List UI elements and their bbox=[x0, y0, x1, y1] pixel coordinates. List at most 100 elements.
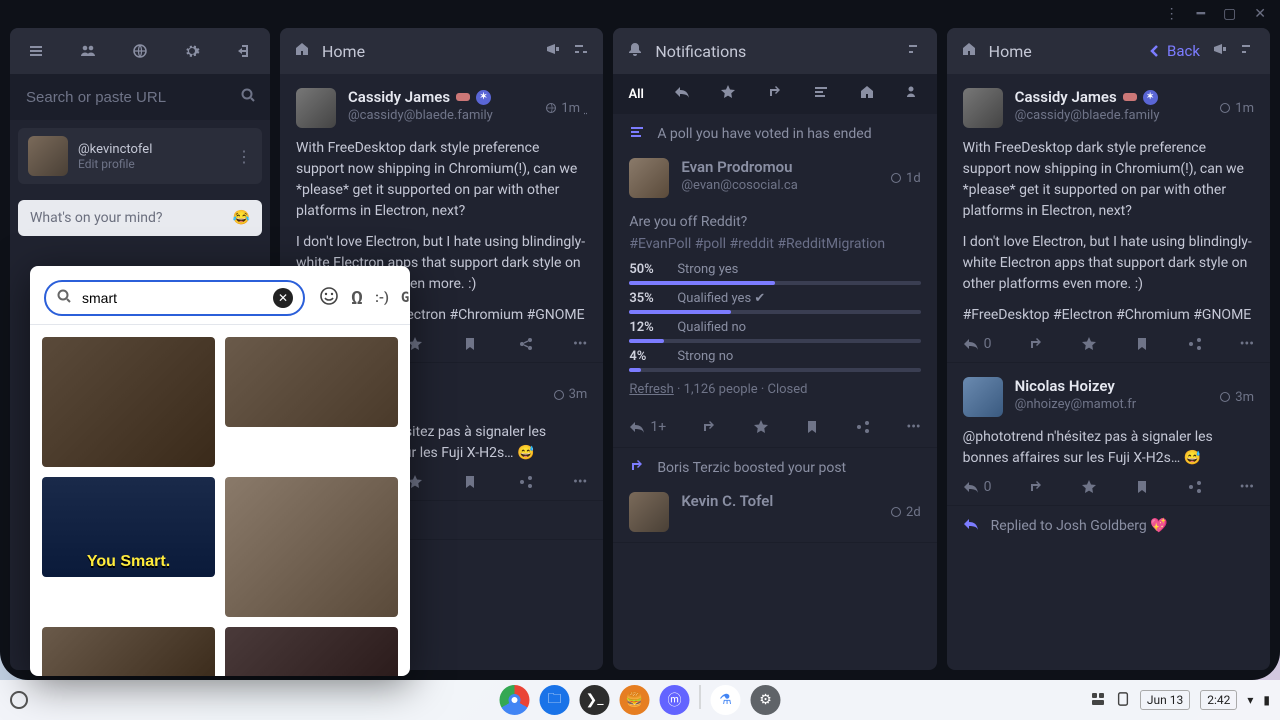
star-button[interactable] bbox=[753, 419, 769, 435]
more-button[interactable]: ••• bbox=[573, 474, 587, 490]
reply-button[interactable]: 0 bbox=[963, 479, 992, 495]
bookmark-button[interactable] bbox=[804, 419, 820, 435]
gif-result[interactable]: You Smart. bbox=[42, 477, 215, 577]
star-button[interactable] bbox=[1081, 336, 1097, 352]
boost-button[interactable] bbox=[701, 419, 717, 435]
more-icon[interactable]: ⋮ bbox=[1165, 6, 1179, 22]
share-button[interactable] bbox=[518, 474, 534, 490]
share-button[interactable] bbox=[518, 336, 534, 352]
close-icon[interactable]: ✕ bbox=[1254, 6, 1266, 22]
post-handle[interactable]: @cassidy@blaede.family bbox=[348, 108, 533, 123]
avatar[interactable] bbox=[629, 492, 669, 532]
search-input[interactable] bbox=[24, 88, 232, 107]
boost-button[interactable] bbox=[1028, 479, 1044, 495]
bookmark-button[interactable] bbox=[462, 336, 478, 352]
gif-result[interactable] bbox=[225, 337, 398, 427]
post-handle[interactable]: @nhoizey@mamot.fr bbox=[1015, 397, 1208, 412]
filter-favorites-icon[interactable] bbox=[714, 80, 742, 108]
gif-result[interactable] bbox=[225, 627, 398, 676]
reply-button[interactable]: 1+ bbox=[629, 419, 666, 435]
gear-icon[interactable] bbox=[183, 42, 201, 60]
gif-search-field[interactable]: ✕ bbox=[44, 280, 305, 316]
avatar[interactable] bbox=[963, 377, 1003, 417]
filter-all[interactable]: All bbox=[622, 83, 649, 106]
bookmark-button[interactable] bbox=[1134, 336, 1150, 352]
dock-files-icon[interactable]: 🗀 bbox=[540, 685, 570, 715]
filter-polls-icon[interactable] bbox=[807, 80, 835, 108]
post[interactable]: Cassidy James ✶ @cassidy@blaede.family 1… bbox=[947, 74, 1270, 363]
poll-post[interactable]: Evan Prodromou @evan@cosocial.ca 1d bbox=[613, 154, 936, 208]
post-handle[interactable]: @cassidy@blaede.family bbox=[1015, 108, 1208, 123]
logout-icon[interactable] bbox=[235, 42, 253, 60]
post-author[interactable]: Nicolas Hoizey bbox=[1015, 377, 1115, 395]
tab-emoji-icon[interactable] bbox=[319, 286, 339, 310]
filter-follows-icon[interactable] bbox=[899, 80, 927, 108]
profile-card[interactable]: @kevinctofel Edit profile ⋮ bbox=[18, 128, 262, 184]
tray-time[interactable]: 2:42 bbox=[1200, 690, 1237, 710]
minimize-icon[interactable]: ━ bbox=[1197, 6, 1205, 22]
gif-result[interactable] bbox=[225, 477, 398, 617]
poll-refresh[interactable]: Refresh bbox=[629, 382, 673, 397]
launcher-icon[interactable] bbox=[10, 691, 28, 709]
tray-date[interactable]: Jun 13 bbox=[1140, 690, 1190, 710]
post-author[interactable]: Kevin C. Tofel bbox=[681, 492, 773, 510]
gif-result[interactable] bbox=[42, 337, 215, 467]
announce-icon[interactable] bbox=[1212, 41, 1228, 61]
menu-icon[interactable] bbox=[27, 42, 45, 60]
search-icon[interactable] bbox=[240, 87, 256, 107]
post[interactable]: Kevin C. Tofel 2d bbox=[613, 488, 936, 543]
dock-app-icon[interactable]: ⚗ bbox=[711, 685, 741, 715]
dock-app-icon[interactable]: 🍔 bbox=[620, 685, 650, 715]
avatar[interactable] bbox=[963, 88, 1003, 128]
avatar[interactable] bbox=[296, 88, 336, 128]
filter-mentions-icon[interactable] bbox=[668, 80, 696, 108]
share-button[interactable] bbox=[855, 419, 871, 435]
post[interactable]: Nicolas Hoizey @nhoizey@mamot.fr 3m @pho… bbox=[947, 363, 1270, 506]
star-button[interactable] bbox=[1081, 479, 1097, 495]
clear-icon[interactable]: ✕ bbox=[273, 288, 293, 308]
more-button[interactable]: ••• bbox=[906, 419, 920, 435]
dock-settings-icon[interactable]: ⚙ bbox=[751, 685, 781, 715]
settings-icon[interactable] bbox=[1240, 41, 1256, 61]
bookmark-button[interactable] bbox=[1134, 479, 1150, 495]
post-author[interactable]: Cassidy James bbox=[1015, 88, 1117, 106]
replied-to-row[interactable]: Replied to Josh Goldberg 💖 bbox=[947, 506, 1270, 546]
tray-phone-icon[interactable] bbox=[1116, 690, 1130, 711]
back-button[interactable]: Back bbox=[1147, 42, 1200, 60]
dock-chrome-icon[interactable] bbox=[500, 685, 530, 715]
avatar[interactable] bbox=[629, 158, 669, 198]
maximize-icon[interactable]: ▢ bbox=[1223, 6, 1236, 22]
dock-mastodon-icon[interactable]: ⓜ bbox=[660, 685, 690, 715]
settings-icon[interactable] bbox=[907, 41, 923, 61]
more-button[interactable]: ••• bbox=[1240, 336, 1254, 352]
share-button[interactable] bbox=[1187, 336, 1203, 352]
more-button[interactable]: ••• bbox=[573, 336, 587, 352]
post-handle[interactable]: @evan@cosocial.ca bbox=[681, 178, 878, 193]
more-button[interactable]: ••• bbox=[1240, 479, 1254, 495]
tray-overview-icon[interactable] bbox=[1090, 691, 1106, 710]
announce-icon[interactable] bbox=[545, 41, 561, 61]
tray-wifi-icon[interactable]: ▾ bbox=[1247, 693, 1253, 707]
dock-terminal-icon[interactable]: ❯_ bbox=[580, 685, 610, 715]
tab-gif[interactable]: GIF bbox=[401, 290, 410, 306]
emoji-icon[interactable]: 😂 bbox=[233, 210, 250, 226]
globe-icon[interactable] bbox=[131, 42, 149, 60]
gif-result[interactable] bbox=[42, 627, 215, 676]
filter-home-icon[interactable] bbox=[853, 80, 881, 108]
sidebar-search[interactable] bbox=[10, 74, 270, 120]
settings-icon[interactable] bbox=[573, 41, 589, 61]
post-author[interactable]: Evan Prodromou bbox=[681, 158, 792, 176]
tab-emoticon[interactable]: :-) bbox=[375, 290, 389, 306]
bookmark-button[interactable] bbox=[462, 474, 478, 490]
gif-search-input[interactable] bbox=[80, 289, 265, 307]
boost-button[interactable] bbox=[1028, 336, 1044, 352]
post-author[interactable]: Cassidy James bbox=[348, 88, 450, 106]
tab-symbols-icon[interactable]: Ω bbox=[351, 288, 363, 309]
more-icon[interactable]: ⋮ bbox=[236, 147, 252, 166]
filter-boosts-icon[interactable] bbox=[761, 80, 789, 108]
reply-button[interactable]: 0 bbox=[963, 336, 992, 352]
share-button[interactable] bbox=[1187, 479, 1203, 495]
compose-box[interactable]: What's on your mind? 😂 bbox=[18, 200, 262, 236]
people-icon[interactable] bbox=[79, 42, 97, 60]
edit-profile-link[interactable]: Edit profile bbox=[78, 157, 226, 171]
